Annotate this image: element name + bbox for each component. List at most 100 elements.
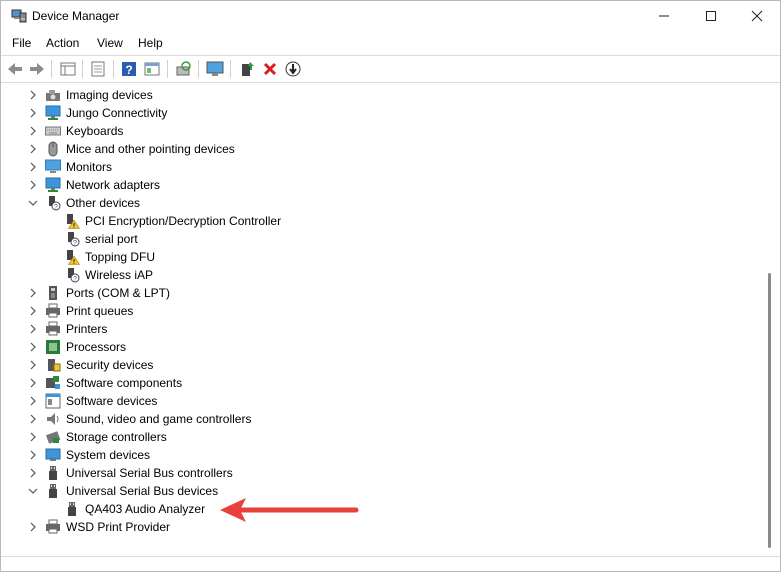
unknown-device-icon: ? [45, 195, 61, 211]
chevron-right-icon[interactable] [27, 158, 39, 176]
properties-icon [91, 61, 105, 77]
svg-text:?: ? [73, 276, 77, 283]
unknown-device-icon: ? [64, 267, 80, 283]
tree-item-label: Security devices [66, 358, 154, 372]
tree-item[interactable]: Jungo Connectivity [27, 104, 741, 122]
tree-item-label: WSD Print Provider [66, 520, 171, 534]
camera-icon [45, 87, 61, 103]
tree-item[interactable]: Universal Serial Bus controllers [27, 464, 741, 482]
minimize-icon [659, 15, 669, 17]
tree-item[interactable]: Network adapters [27, 176, 741, 194]
chevron-right-icon[interactable] [27, 284, 39, 302]
menu-file[interactable]: File [12, 36, 31, 50]
update-driver-button[interactable] [237, 59, 257, 79]
tree-item[interactable]: Mice and other pointing devices [27, 140, 741, 158]
tree-item[interactable]: PCI Encryption/Decryption Controller [46, 212, 741, 230]
monitor-icon [45, 159, 61, 175]
tree-item[interactable]: Security devices [27, 356, 741, 374]
menu-view[interactable]: View [97, 36, 123, 50]
chevron-right-icon[interactable] [27, 374, 39, 392]
monitor-button[interactable] [205, 59, 225, 79]
device-manager-window: Device Manager File Action View Help ? I… [0, 0, 781, 572]
chevron-right-icon[interactable] [27, 464, 39, 482]
properties-button[interactable] [88, 59, 108, 79]
menu-help[interactable]: Help [138, 36, 163, 50]
tree-item-label: Storage controllers [66, 430, 167, 444]
chevron-right-icon[interactable] [27, 320, 39, 338]
chevron-right-icon[interactable] [27, 302, 39, 320]
tree-item-label: Universal Serial Bus controllers [66, 466, 233, 480]
vertical-scrollbar[interactable] [763, 85, 777, 555]
tree-item-label: Jungo Connectivity [66, 106, 168, 120]
chevron-right-icon[interactable] [27, 518, 39, 536]
forward-button[interactable] [27, 59, 47, 79]
tree-item[interactable]: Universal Serial Bus devices [27, 482, 741, 500]
tree-item[interactable]: Imaging devices [27, 86, 741, 104]
chevron-right-icon[interactable] [27, 104, 39, 122]
tree-item[interactable]: System devices [27, 446, 741, 464]
tree-item[interactable]: ? serial port [46, 230, 741, 248]
tree-item[interactable]: Storage controllers [27, 428, 741, 446]
close-icon [751, 10, 763, 22]
menu-action[interactable]: Action [46, 36, 79, 50]
forward-icon [30, 63, 44, 75]
close-button[interactable] [734, 1, 780, 31]
tree-item[interactable]: Topping DFU [46, 248, 741, 266]
tree-item[interactable]: Processors [27, 338, 741, 356]
chevron-right-icon[interactable] [27, 410, 39, 428]
tree-item-label: Processors [66, 340, 127, 354]
chevron-right-icon[interactable] [27, 176, 39, 194]
window-title: Device Manager [32, 9, 120, 23]
tree-item-label: Software components [66, 376, 183, 390]
tree-item[interactable]: Sound, video and game controllers [27, 410, 741, 428]
tree-item[interactable]: Printers [27, 320, 741, 338]
svg-text:?: ? [73, 240, 77, 247]
chevron-right-icon[interactable] [27, 86, 39, 104]
show-hide-console-tree-button[interactable] [58, 59, 78, 79]
tree-item[interactable]: WSD Print Provider [27, 518, 741, 536]
system-device-icon [45, 447, 61, 463]
tree-item-label: Monitors [66, 160, 113, 174]
tree-item[interactable]: Keyboards [27, 122, 741, 140]
tree-item-label: Printers [66, 322, 108, 336]
chevron-right-icon[interactable] [27, 446, 39, 464]
uninstall-icon [263, 62, 277, 76]
view-button[interactable] [142, 59, 162, 79]
tree-item[interactable]: ? Other devices [27, 194, 741, 212]
chevron-right-icon[interactable] [27, 338, 39, 356]
chevron-right-icon[interactable] [27, 122, 39, 140]
help-icon: ? [122, 62, 136, 77]
help-button[interactable]: ? [119, 59, 139, 79]
tree-item[interactable]: QA403 Audio Analyzer [46, 500, 741, 518]
scan-hardware-button[interactable] [173, 59, 193, 79]
tree-item[interactable]: Print queues [27, 302, 741, 320]
minimize-button[interactable] [641, 1, 687, 31]
uninstall-button[interactable] [260, 59, 280, 79]
back-button[interactable] [5, 59, 25, 79]
tree-item[interactable]: Monitors [27, 158, 741, 176]
tree-item[interactable]: Software components [27, 374, 741, 392]
chevron-down-icon[interactable] [27, 194, 39, 212]
chevron-right-icon[interactable] [27, 392, 39, 410]
tree-item[interactable]: ? Wireless iAP [46, 266, 741, 284]
tree-item[interactable]: Software devices [27, 392, 741, 410]
chevron-right-icon[interactable] [27, 140, 39, 158]
scrollbar-thumb[interactable] [768, 273, 771, 548]
tree-item[interactable]: Ports (COM & LPT) [27, 284, 741, 302]
tree-item-label: QA403 Audio Analyzer [85, 502, 206, 516]
network-adapter-icon [45, 105, 61, 121]
tree-item-label: Wireless iAP [85, 268, 154, 282]
view-icon [144, 62, 160, 76]
toolbar: ? [1, 55, 780, 83]
tree-item-label: Keyboards [66, 124, 124, 138]
chevron-right-icon[interactable] [27, 356, 39, 374]
disable-button[interactable] [283, 59, 303, 79]
keyboard-icon [45, 123, 61, 139]
maximize-button[interactable] [688, 1, 734, 31]
chevron-down-icon[interactable] [27, 482, 39, 500]
tree-item-label: Sound, video and game controllers [66, 412, 252, 426]
tree-item-label: Ports (COM & LPT) [66, 286, 171, 300]
chevron-right-icon[interactable] [27, 428, 39, 446]
maximize-icon [706, 11, 716, 21]
mouse-icon [45, 141, 61, 157]
